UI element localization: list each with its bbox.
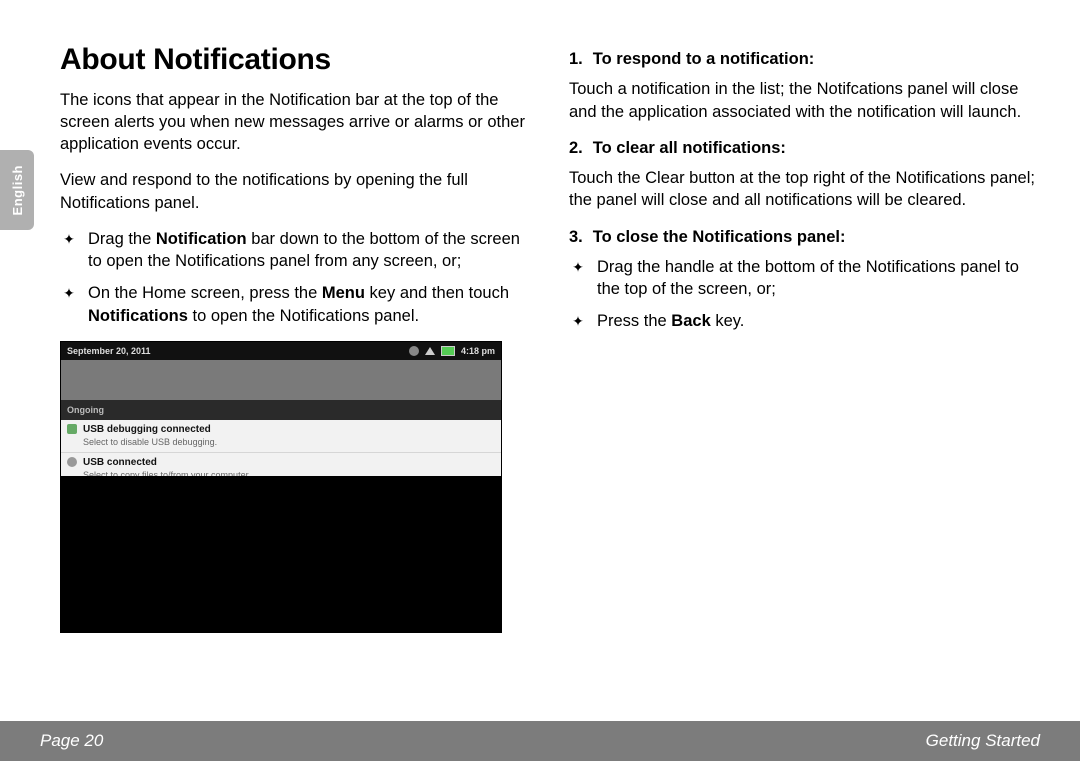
screenshot-empty-area — [61, 476, 501, 632]
bullet-back-key: ✦ Press the Back key. — [569, 310, 1040, 332]
close-panel-bullets: ✦ Drag the handle at the bottom of the N… — [569, 256, 1040, 333]
bullet-text: Drag the handle at the bottom of the Not… — [597, 256, 1040, 301]
bullet-text: Drag the Notification bar down to the bo… — [88, 228, 531, 273]
page: English About Notifications The icons th… — [0, 0, 1080, 761]
step-1-heading: 1. To respond to a notification: — [569, 48, 1040, 70]
footer-section-title: Getting Started — [926, 731, 1040, 751]
bullet-text: Press the Back key. — [597, 310, 744, 332]
page-title: About Notifications — [60, 40, 531, 81]
language-tab: English — [0, 150, 34, 230]
language-tab-label: English — [10, 165, 25, 215]
open-panel-bullets: ✦ Drag the Notification bar down to the … — [60, 228, 531, 327]
statusbar-date: September 20, 2011 — [67, 345, 151, 357]
footer-page-number: Page 20 — [40, 731, 103, 751]
step-2-heading: 2. To clear all notifications: — [569, 137, 1040, 159]
notifications-panel-screenshot: September 20, 2011 4:18 pm Ongoing USB d… — [60, 341, 502, 633]
step-1-text: Touch a notification in the list; the No… — [569, 78, 1040, 123]
row-title: USB connected — [83, 456, 495, 470]
row-title: USB debugging connected — [83, 423, 495, 437]
intro-para-1: The icons that appear in the Notificatio… — [60, 89, 531, 156]
bug-icon — [67, 424, 77, 434]
star-icon: ✦ — [569, 256, 587, 301]
battery-icon — [441, 346, 455, 356]
page-footer: Page 20 Getting Started — [0, 721, 1080, 761]
wifi-icon — [425, 347, 435, 355]
star-icon: ✦ — [60, 228, 78, 273]
step-3-heading: 3. To close the Notifications panel: — [569, 226, 1040, 248]
bullet-text: On the Home screen, press the Menu key a… — [88, 282, 531, 327]
step-2-text: Touch the Clear button at the top right … — [569, 167, 1040, 212]
left-column: About Notifications The icons that appea… — [60, 40, 531, 701]
bullet-drag-handle: ✦ Drag the handle at the bottom of the N… — [569, 256, 1040, 301]
screenshot-row-usb-debug: USB debugging connected Select to disabl… — [61, 420, 501, 453]
statusbar-time: 4:18 pm — [461, 345, 495, 357]
screenshot-header-bar — [61, 360, 501, 400]
row-subtitle: Select to disable USB debugging. — [83, 436, 495, 448]
bullet-menu-key: ✦ On the Home screen, press the Menu key… — [60, 282, 531, 327]
statusbar-right: 4:18 pm — [409, 345, 495, 357]
usb-icon — [67, 457, 77, 467]
screenshot-statusbar: September 20, 2011 4:18 pm — [61, 342, 501, 360]
intro-para-2: View and respond to the notifications by… — [60, 169, 531, 214]
screenshot-ongoing-label: Ongoing — [61, 400, 501, 420]
sync-icon — [409, 346, 419, 356]
star-icon: ✦ — [569, 310, 587, 332]
star-icon: ✦ — [60, 282, 78, 327]
right-column: 1. To respond to a notification: Touch a… — [569, 40, 1040, 701]
content-area: About Notifications The icons that appea… — [60, 40, 1040, 701]
bullet-drag-bar: ✦ Drag the Notification bar down to the … — [60, 228, 531, 273]
